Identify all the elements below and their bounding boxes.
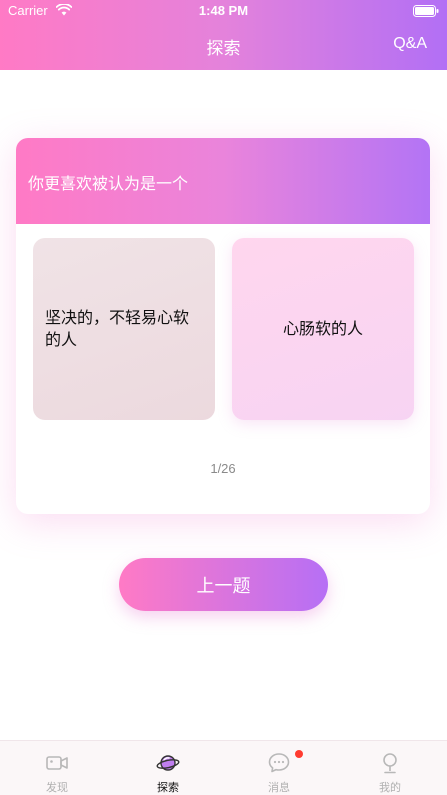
planet-icon [156, 755, 180, 771]
video-camera-icon [46, 756, 68, 770]
chat-bubble-icon [268, 753, 290, 773]
option-b-label: 心肠软的人 [282, 319, 363, 338]
tab-profile[interactable]: 我的 [355, 741, 425, 795]
option-a-label: 坚决的，不轻易心软的人 [45, 308, 190, 349]
battery-icon [413, 5, 439, 17]
status-bar: Carrier 1:48 PM [0, 0, 447, 24]
question-text: 你更喜欢被认为是一个 [28, 174, 189, 193]
header: Carrier 1:48 PM 探索 Q&A [0, 0, 447, 70]
tab-explore-label: 探索 [157, 781, 179, 794]
tab-profile-label: 我的 [379, 781, 401, 794]
progress-indicator: 1/26 [210, 461, 236, 476]
question-header: 你更喜欢被认为是一个 [16, 138, 430, 224]
question-card: 你更喜欢被认为是一个 坚决的，不轻易心软的人 心肠软的人 1/26 [16, 138, 430, 514]
tab-messages-label: 消息 [268, 781, 290, 794]
option-card-b[interactable]: 心肠软的人 [232, 238, 414, 420]
person-icon [383, 753, 397, 774]
tab-explore[interactable]: 探索 [133, 741, 203, 795]
tab-discover-label: 发现 [46, 781, 68, 794]
tab-bar: 发现 探索 消息 我的 [0, 740, 447, 795]
qa-button[interactable]: Q&A [393, 35, 427, 53]
previous-question-button[interactable]: 上一题 [119, 558, 328, 611]
status-time: 1:48 PM [198, 3, 249, 18]
tab-messages[interactable]: 消息 [244, 741, 314, 795]
tab-discover[interactable]: 发现 [22, 741, 92, 795]
page-title: 探索 [206, 39, 241, 59]
option-card-a[interactable]: 坚决的，不轻易心软的人 [33, 238, 215, 420]
unread-badge [295, 750, 303, 758]
